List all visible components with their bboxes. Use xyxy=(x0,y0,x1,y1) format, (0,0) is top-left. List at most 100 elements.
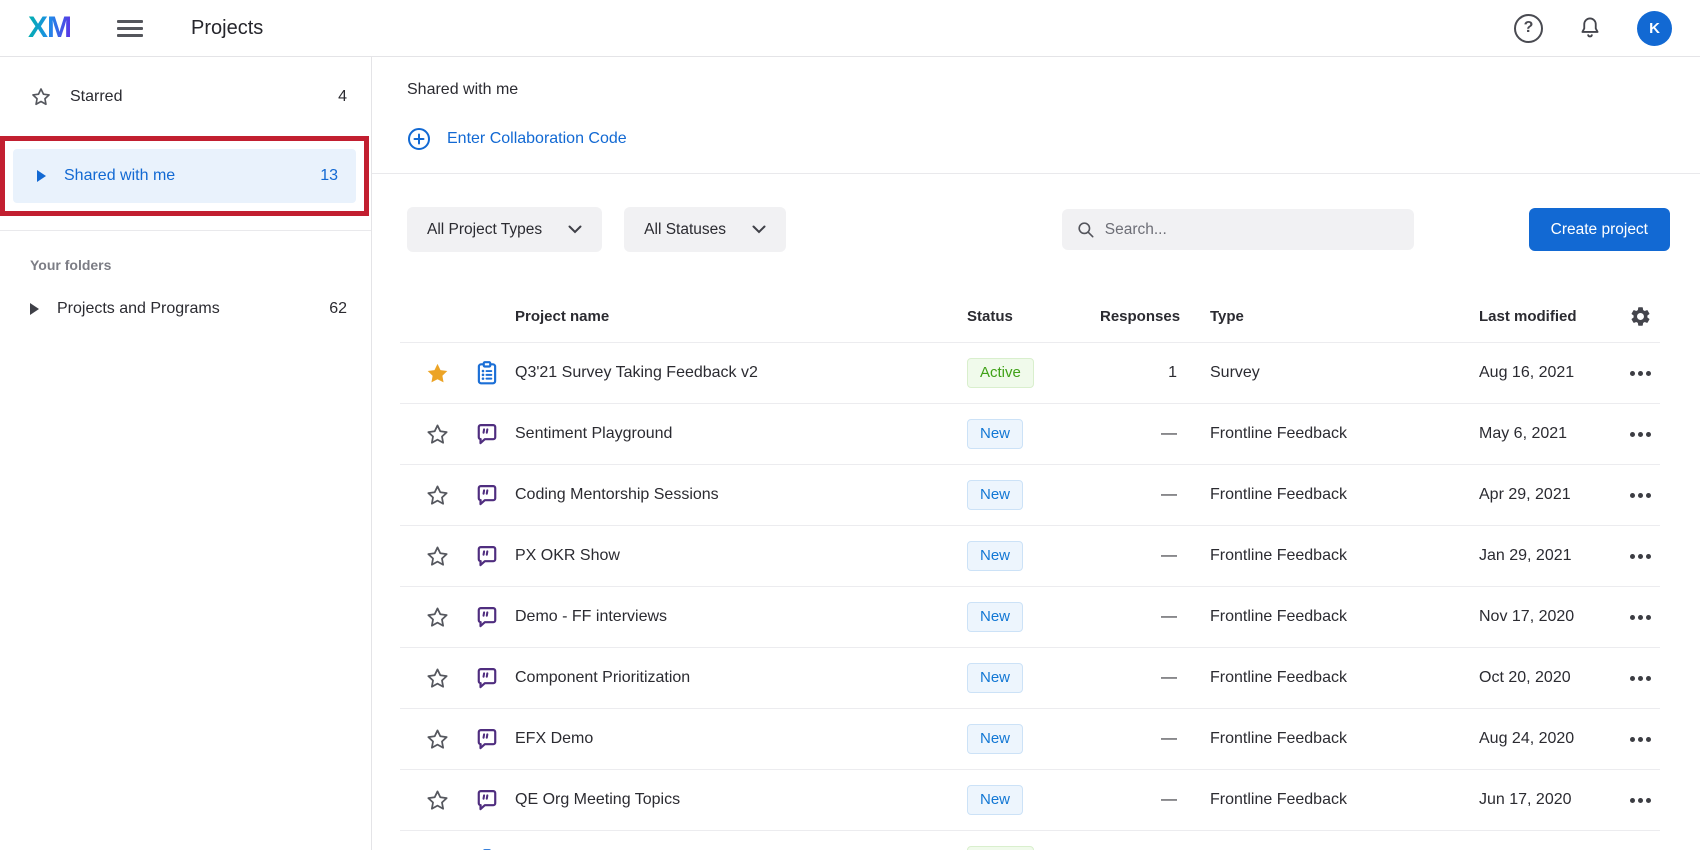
column-header-modified[interactable]: Last modified xyxy=(1470,308,1620,325)
enter-collaboration-code-link[interactable]: Enter Collaboration Code xyxy=(407,127,627,151)
column-header-responses[interactable]: Responses xyxy=(1100,308,1190,325)
column-header-type[interactable]: Type xyxy=(1190,308,1470,325)
responses-count: — xyxy=(1100,547,1190,565)
notifications-bell-icon[interactable] xyxy=(1577,15,1603,41)
project-type: Frontline Feedback xyxy=(1190,425,1470,443)
last-modified: May 6, 2021 xyxy=(1470,425,1620,443)
project-name[interactable]: Demo - FF interviews xyxy=(502,608,960,626)
last-modified: Aug 16, 2021 xyxy=(1470,364,1620,382)
responses-count: — xyxy=(1100,486,1190,504)
chevron-down-icon xyxy=(752,225,766,234)
star-toggle[interactable] xyxy=(400,666,474,691)
projects-table: Project name Status Responses Type Last … xyxy=(400,290,1660,850)
table-row[interactable]: EFX Demo New — Frontline Feedback Aug 24… xyxy=(400,709,1660,770)
last-modified: Aug 24, 2020 xyxy=(1470,730,1620,748)
star-toggle[interactable] xyxy=(400,544,474,569)
table-row[interactable]: Sentiment Playground New — Frontline Fee… xyxy=(400,404,1660,465)
page-title: Projects xyxy=(191,17,263,40)
project-name[interactable]: Q3'21 Survey Taking Feedback v2 xyxy=(502,364,960,382)
hamburger-menu-icon[interactable] xyxy=(117,16,143,41)
sidebar-item-projects-and-programs[interactable]: Projects and Programs 62 xyxy=(0,283,371,335)
sidebar-item-count: 4 xyxy=(338,88,347,106)
frontline-feedback-icon xyxy=(474,604,500,630)
project-type-icon-cell xyxy=(474,482,502,508)
status-badge: New xyxy=(967,602,1023,632)
star-toggle[interactable] xyxy=(400,483,474,508)
frontline-feedback-icon xyxy=(474,665,500,691)
search-box[interactable] xyxy=(1062,209,1414,250)
your-folders-label: Your folders xyxy=(30,257,371,273)
responses-count: — xyxy=(1100,791,1190,809)
project-type-icon-cell xyxy=(474,787,502,813)
row-actions-menu[interactable] xyxy=(1630,676,1651,681)
main-content: Shared with me Enter Collaboration Code … xyxy=(372,57,1700,850)
project-type: Frontline Feedback xyxy=(1190,486,1470,504)
table-row[interactable]: Demo - FF interviews New — Frontline Fee… xyxy=(400,587,1660,648)
last-modified: Jun 17, 2020 xyxy=(1470,791,1620,809)
project-name[interactable]: EFX Demo xyxy=(502,730,960,748)
star-toggle[interactable] xyxy=(400,727,474,752)
project-name[interactable]: QE Org Meeting Topics xyxy=(502,791,960,809)
star-outline-icon xyxy=(30,86,52,108)
project-type: Frontline Feedback xyxy=(1190,547,1470,565)
status-badge: New xyxy=(967,541,1023,571)
project-type: Survey xyxy=(1190,364,1470,382)
row-actions-menu[interactable] xyxy=(1630,737,1651,742)
star-outline-icon xyxy=(425,727,450,752)
responses-count: — xyxy=(1100,730,1190,748)
row-actions-menu[interactable] xyxy=(1630,554,1651,559)
column-header-name[interactable]: Project name xyxy=(502,308,960,325)
star-toggle[interactable] xyxy=(400,361,474,386)
project-type-icon-cell xyxy=(474,726,502,752)
table-row[interactable]: Q3'21 Survey Taking Feedback v2 Active 1… xyxy=(400,343,1660,404)
star-outline-icon xyxy=(425,788,450,813)
sidebar-item-starred[interactable]: Starred 4 xyxy=(0,71,371,123)
responses-count: — xyxy=(1100,669,1190,687)
plus-circle-icon xyxy=(407,127,431,151)
last-modified: Jan 29, 2021 xyxy=(1470,547,1620,565)
row-actions-menu[interactable] xyxy=(1630,432,1651,437)
project-type-icon-cell xyxy=(474,604,502,630)
help-icon[interactable]: ? xyxy=(1514,14,1543,43)
project-name[interactable]: PX OKR Show xyxy=(502,547,960,565)
star-outline-icon xyxy=(425,483,450,508)
table-row[interactable]: QE Org Meeting Topics New — Frontline Fe… xyxy=(400,770,1660,831)
star-toggle[interactable] xyxy=(400,605,474,630)
xm-logo[interactable]: XM xyxy=(28,11,71,45)
survey-icon xyxy=(474,360,500,386)
sidebar-item-label: Shared with me xyxy=(64,167,175,185)
sidebar-item-shared-with-me[interactable]: Shared with me 13 xyxy=(13,149,356,203)
table-settings-gear-icon[interactable] xyxy=(1620,305,1660,328)
row-actions-menu[interactable] xyxy=(1630,493,1651,498)
search-input[interactable] xyxy=(1105,221,1400,239)
create-project-button[interactable]: Create project xyxy=(1529,208,1670,251)
project-name[interactable]: Component Prioritization xyxy=(502,669,960,687)
project-name[interactable]: Coding Mentorship Sessions xyxy=(502,486,960,504)
status-badge: Active xyxy=(967,358,1034,388)
avatar[interactable]: K xyxy=(1637,11,1672,46)
chevron-right-icon[interactable] xyxy=(30,303,39,315)
table-row[interactable]: PX OKR Show New — Frontline Feedback Jan… xyxy=(400,526,1660,587)
project-type: Frontline Feedback xyxy=(1190,669,1470,687)
table-row[interactable]: Coding Mentorship Sessions New — Frontli… xyxy=(400,465,1660,526)
responses-count: — xyxy=(1100,425,1190,443)
chevron-right-icon[interactable] xyxy=(37,170,46,182)
column-header-status[interactable]: Status xyxy=(960,308,1100,325)
frontline-feedback-icon xyxy=(474,421,500,447)
table-row[interactable]: Component Prioritization New — Frontline… xyxy=(400,648,1660,709)
star-toggle[interactable] xyxy=(400,788,474,813)
statuses-filter[interactable]: All Statuses xyxy=(624,207,786,252)
row-actions-menu[interactable] xyxy=(1630,798,1651,803)
top-bar: XM Projects ? K xyxy=(0,0,1700,57)
row-actions-menu[interactable] xyxy=(1630,371,1651,376)
project-types-filter[interactable]: All Project Types xyxy=(407,207,602,252)
status-badge: Active xyxy=(967,846,1034,850)
sidebar-divider xyxy=(0,230,371,231)
row-actions-menu[interactable] xyxy=(1630,615,1651,620)
star-toggle[interactable] xyxy=(400,422,474,447)
table-row[interactable]: Active xyxy=(400,831,1660,850)
frontline-feedback-icon xyxy=(474,726,500,752)
status-badge: New xyxy=(967,663,1023,693)
sidebar-item-label: Starred xyxy=(70,88,122,106)
project-name[interactable]: Sentiment Playground xyxy=(502,425,960,443)
